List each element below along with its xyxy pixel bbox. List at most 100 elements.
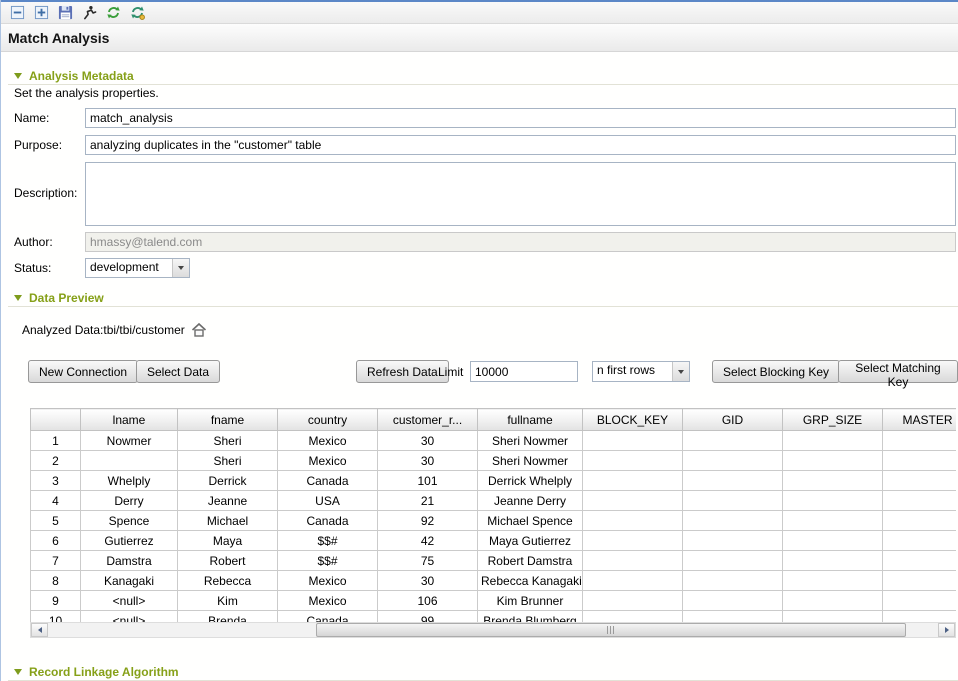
table-cell[interactable]: Robert [178,551,278,571]
expand-all-icon[interactable] [32,3,51,22]
column-header-6[interactable]: BLOCK_KEY [583,409,683,431]
scrollbar-thumb[interactable] [316,623,906,637]
table-cell[interactable]: Kanagaki [81,571,178,591]
table-cell[interactable]: Rebecca Kanagaki [478,571,583,591]
table-cell[interactable] [783,491,883,511]
table-cell[interactable]: Jeanne Derry [478,491,583,511]
table-cell[interactable] [683,551,783,571]
table-cell[interactable]: Brenda Blumberg [478,611,583,623]
section-header-record-linkage-algorithm[interactable]: Record Linkage Algorithm [14,664,179,679]
table-cell[interactable] [883,491,957,511]
table-cell[interactable] [783,531,883,551]
table-cell[interactable] [883,591,957,611]
table-cell[interactable]: 30 [378,571,478,591]
table-cell[interactable]: Sheri [178,451,278,471]
table-cell[interactable]: Maya Gutierrez [478,531,583,551]
table-cell[interactable]: Sheri [178,431,278,451]
select-matching-key-button[interactable]: Select Matching Key [838,360,958,383]
table-cell[interactable] [683,571,783,591]
table-cell[interactable] [583,471,683,491]
table-cell[interactable]: Michael Spence [478,511,583,531]
row-number-cell[interactable]: 3 [31,471,81,491]
name-input[interactable] [85,108,956,128]
table-cell[interactable]: $$# [278,531,378,551]
table-cell[interactable]: Mexico [278,571,378,591]
table-cell[interactable]: Kim Brunner [478,591,583,611]
row-number-cell[interactable]: 10 [31,611,81,623]
table-cell[interactable] [783,611,883,623]
row-number-cell[interactable]: 1 [31,431,81,451]
column-header-4[interactable]: customer_r... [378,409,478,431]
rows-mode-select[interactable]: n first rows [592,361,690,382]
row-number-cell[interactable]: 5 [31,511,81,531]
table-cell[interactable]: 75 [378,551,478,571]
table-cell[interactable] [81,451,178,471]
row-number-cell[interactable]: 8 [31,571,81,591]
column-header-8[interactable]: GRP_SIZE [783,409,883,431]
column-header-2[interactable]: fname [178,409,278,431]
table-cell[interactable] [883,531,957,551]
table-cell[interactable]: Canada [278,471,378,491]
column-header-9[interactable]: MASTER [883,409,957,431]
column-header-3[interactable]: country [278,409,378,431]
section-header-analysis-metadata[interactable]: Analysis Metadata [14,68,134,83]
table-cell[interactable]: 21 [378,491,478,511]
table-cell[interactable] [583,491,683,511]
table-cell[interactable]: USA [278,491,378,511]
table-cell[interactable]: Mexico [278,451,378,471]
column-header-1[interactable]: lname [81,409,178,431]
table-cell[interactable] [583,431,683,451]
table-cell[interactable]: Michael [178,511,278,531]
table-cell[interactable]: 42 [378,531,478,551]
row-number-cell[interactable]: 2 [31,451,81,471]
table-cell[interactable]: Brenda [178,611,278,623]
table-cell[interactable]: <null> [81,611,178,623]
table-cell[interactable]: 99 [378,611,478,623]
table-cell[interactable]: Robert Damstra [478,551,583,571]
row-number-cell[interactable]: 4 [31,491,81,511]
row-number-cell[interactable]: 6 [31,531,81,551]
table-cell[interactable] [583,511,683,531]
table-cell[interactable]: Derrick [178,471,278,491]
table-cell[interactable]: 30 [378,431,478,451]
table-cell[interactable]: Mexico [278,431,378,451]
limit-input[interactable] [470,361,578,382]
table-cell[interactable] [783,451,883,471]
table-cell[interactable] [583,531,683,551]
table-cell[interactable]: 92 [378,511,478,531]
table-cell[interactable] [883,611,957,623]
table-cell[interactable] [683,431,783,451]
row-number-cell[interactable]: 7 [31,551,81,571]
status-select[interactable]: development [85,258,190,278]
table-cell[interactable] [583,551,683,571]
row-number-cell[interactable]: 9 [31,591,81,611]
section-header-data-preview[interactable]: Data Preview [14,290,104,305]
table-cell[interactable]: Kim [178,591,278,611]
table-cell[interactable]: Damstra [81,551,178,571]
table-cell[interactable]: Nowmer [81,431,178,451]
table-cell[interactable] [883,571,957,591]
scroll-right-icon[interactable] [938,623,955,637]
table-cell[interactable]: 101 [378,471,478,491]
scroll-left-icon[interactable] [31,623,48,637]
table-cell[interactable] [683,471,783,491]
column-header-7[interactable]: GID [683,409,783,431]
table-cell[interactable] [783,551,883,571]
save-icon[interactable] [56,3,75,22]
table-cell[interactable] [883,471,957,491]
table-cell[interactable] [583,571,683,591]
table-cell[interactable] [783,431,883,451]
table-cell[interactable] [583,451,683,471]
purpose-input[interactable] [85,135,956,155]
row-number-header[interactable] [31,409,81,431]
select-data-button[interactable]: Select Data [136,360,220,383]
table-cell[interactable]: Derrick Whelply [478,471,583,491]
table-cell[interactable] [883,451,957,471]
chevron-down-icon[interactable] [172,259,189,277]
table-cell[interactable]: $$# [278,551,378,571]
table-cell[interactable] [683,531,783,551]
table-cell[interactable] [683,611,783,623]
table-cell[interactable]: Spence [81,511,178,531]
table-cell[interactable]: Jeanne [178,491,278,511]
table-cell[interactable] [783,591,883,611]
